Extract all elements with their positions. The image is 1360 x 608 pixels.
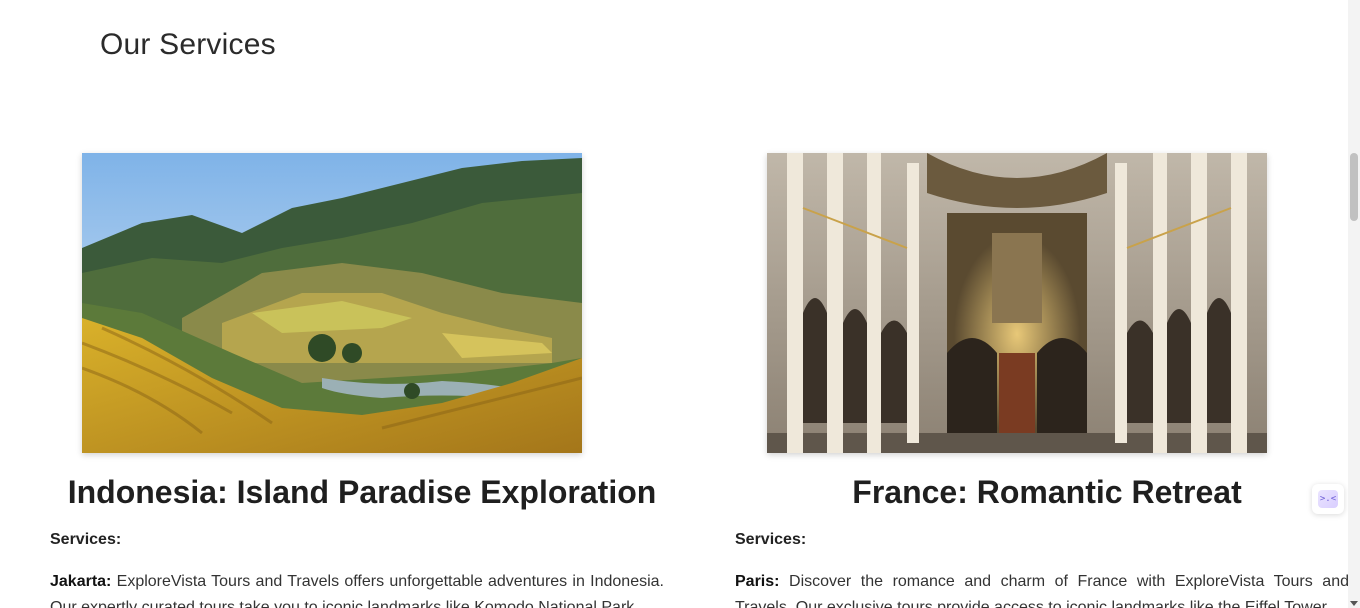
scroll-down-arrow-icon[interactable] [1350, 601, 1358, 606]
description-text: Discover the romance and charm of France… [735, 573, 1349, 608]
card-title: Indonesia: Island Paradise Exploration [67, 474, 657, 510]
services-label: Services: [735, 531, 807, 548]
service-card-indonesia: Indonesia: Island Paradise Exploration S… [32, 153, 692, 608]
services-label: Services: [50, 531, 122, 548]
card-description: Jakarta: ExploreVista Tours and Travels … [50, 569, 664, 608]
card-title: France: Romantic Retreat [852, 474, 1242, 510]
chat-widget-button[interactable]: >.< [1312, 484, 1344, 514]
france-image [767, 153, 1267, 453]
chat-assistant-icon: >.< [1318, 490, 1338, 508]
page-scrollbar[interactable] [1348, 0, 1360, 608]
description-text: ExploreVista Tours and Travels offers un… [50, 573, 664, 608]
service-card-france: France: Romantic Retreat Services: Paris… [717, 153, 1360, 608]
scrollbar-thumb[interactable] [1350, 153, 1358, 221]
card-description: Paris: Discover the romance and charm of… [735, 569, 1349, 608]
services-page: Our Services Indonesia: Island Paradise … [0, 0, 1360, 608]
indonesia-image [82, 153, 582, 453]
city-name: Jakarta: [50, 573, 112, 590]
city-name: Paris: [735, 573, 780, 590]
section-title: Our Services [100, 28, 276, 61]
